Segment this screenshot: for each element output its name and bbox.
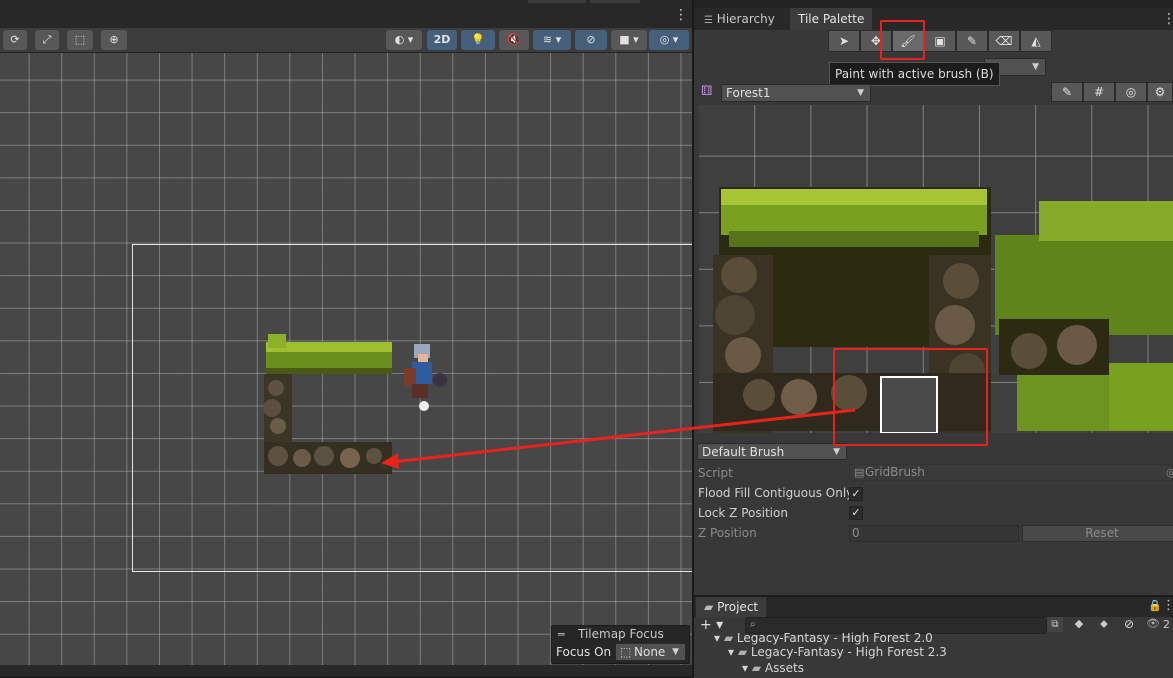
arrow-line (391, 408, 856, 464)
arrow-head (381, 453, 399, 469)
annotation-arrow (381, 408, 856, 469)
